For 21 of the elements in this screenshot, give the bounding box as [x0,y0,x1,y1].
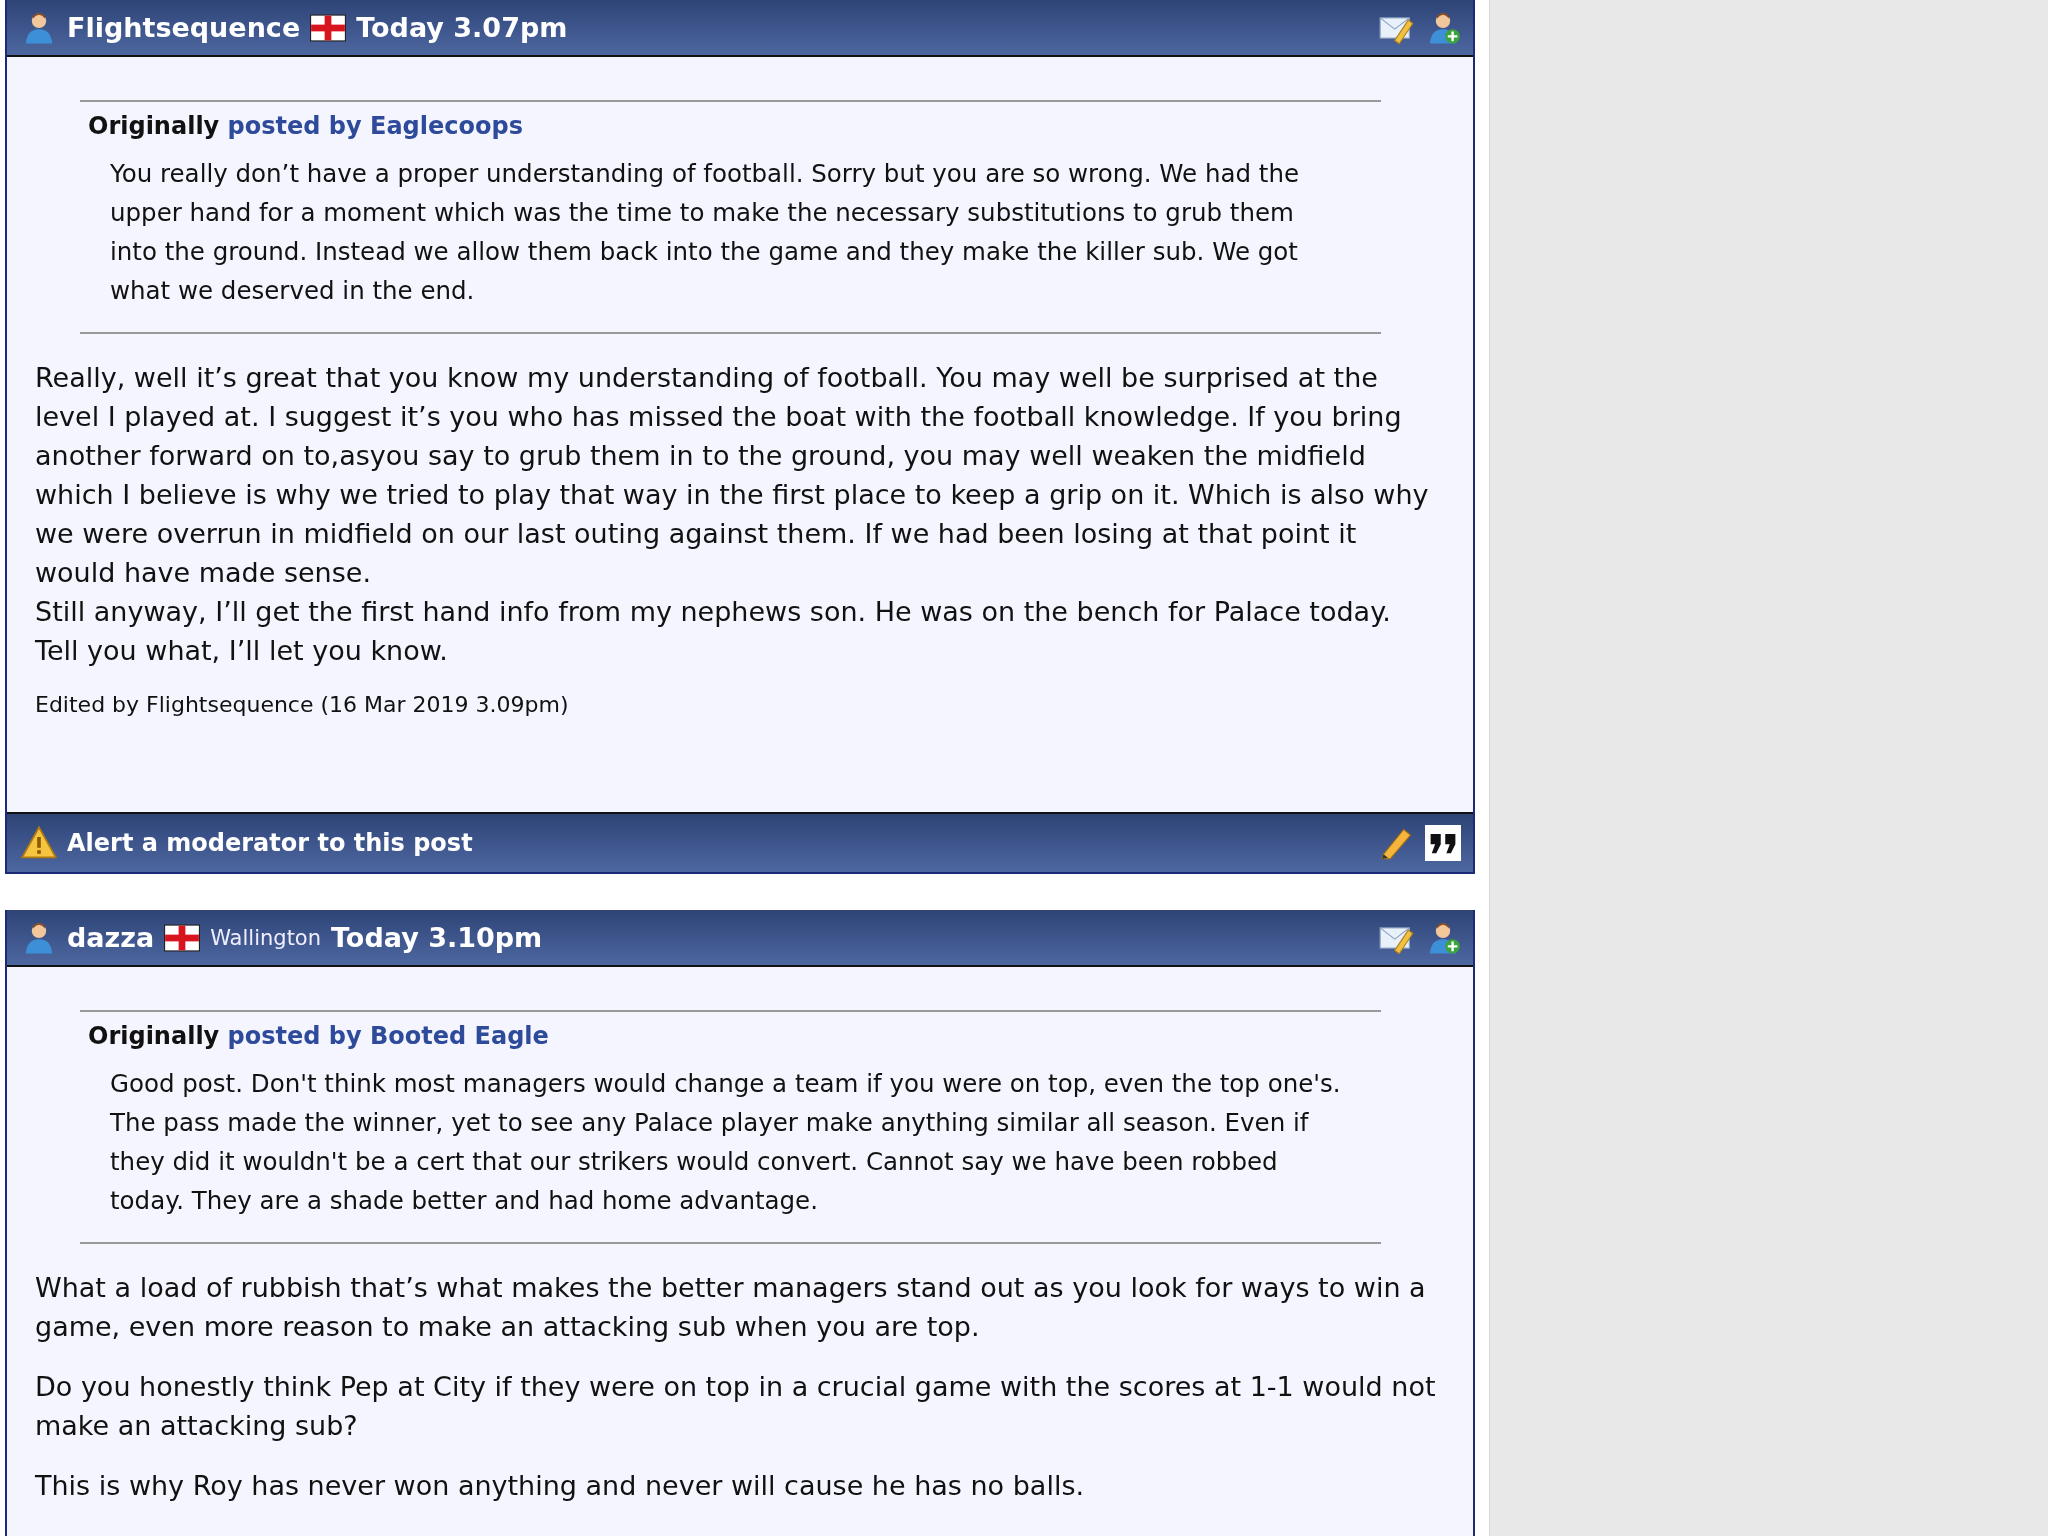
post-paragraph: This is why Roy has never won anything and never will cause he has no balls. [35,1469,1086,1503]
author-link[interactable]: Flightsequence [67,12,301,43]
post-text: Tell you what, I’ll let you know. [35,634,449,668]
quote-author-link[interactable]: posted by Booted Eagle [227,1022,549,1050]
author-link[interactable]: dazza [67,922,155,953]
quoted-text: You really don’t have a proper understanding of football. Sorry but you are so wrong. We had the upper hand for a moment which was the time to make the necessary substitutions to grub them into the ground. Instead we allow them back into the game and they make the killer sub. We got what we deserved in the end. [110,158,1301,307]
quoted-text: Good post. Don't think most managers would change a team if you were on top, even the top one's. The pass made the winner, yet to see any Palace player make anything similar all season. Even if they did it wouldn't be a cert that our strikers would convert. Cannot say we have been robbed today. They are a shade better and had home advantage. [110,1068,1341,1217]
warning-icon[interactable] [21,825,57,861]
post-paragraph: What a load of rubbish that’s what makes the better managers stand out as you look for ways to win a game, even more reason to make an attacking sub when you are top. [35,1271,1427,1344]
post-text: Really, well it’s great that you know my understanding of football. You may well be surprised at the level I played at. I suggest it’s you who has missed the boat with the football knowledge. If you bring another forward on to,asyou say to grub them in to the ground, you may well weaken the midfield which I believe is why we tried to play that way in the first place to keep a grip on it. Which is also why we were overrun in midfield on our last outing against them. If we had been losing at that point it would have made sense. [35,361,1430,590]
author-location: Wallington [210,925,322,950]
quote-author-link[interactable]: posted by Eaglecoops [227,112,523,140]
post-text: Still anyway, I’ll get the first hand info from my nephews son. He was on the bench for Palace today. [35,595,1392,629]
quote-icon[interactable] [1425,825,1461,861]
post-paragraph: Do you honestly think Pep at City if they were on top in a crucial game with the scores at 1-1 would not make an attacking sub? [35,1370,1437,1443]
post-time: Today 3.07pm [356,12,568,43]
post-time: Today 3.10pm [331,922,543,953]
quote-attribution: Originally posted by Booted Eagle [88,1022,550,1050]
quote-attribution: Originally posted by Eaglecoops [88,112,524,140]
alert-moderator-link[interactable]: Alert a moderator to this post [67,829,473,857]
edit-note: Edited by Flightsequence (16 Mar 2019 3.09pm) [35,692,570,719]
